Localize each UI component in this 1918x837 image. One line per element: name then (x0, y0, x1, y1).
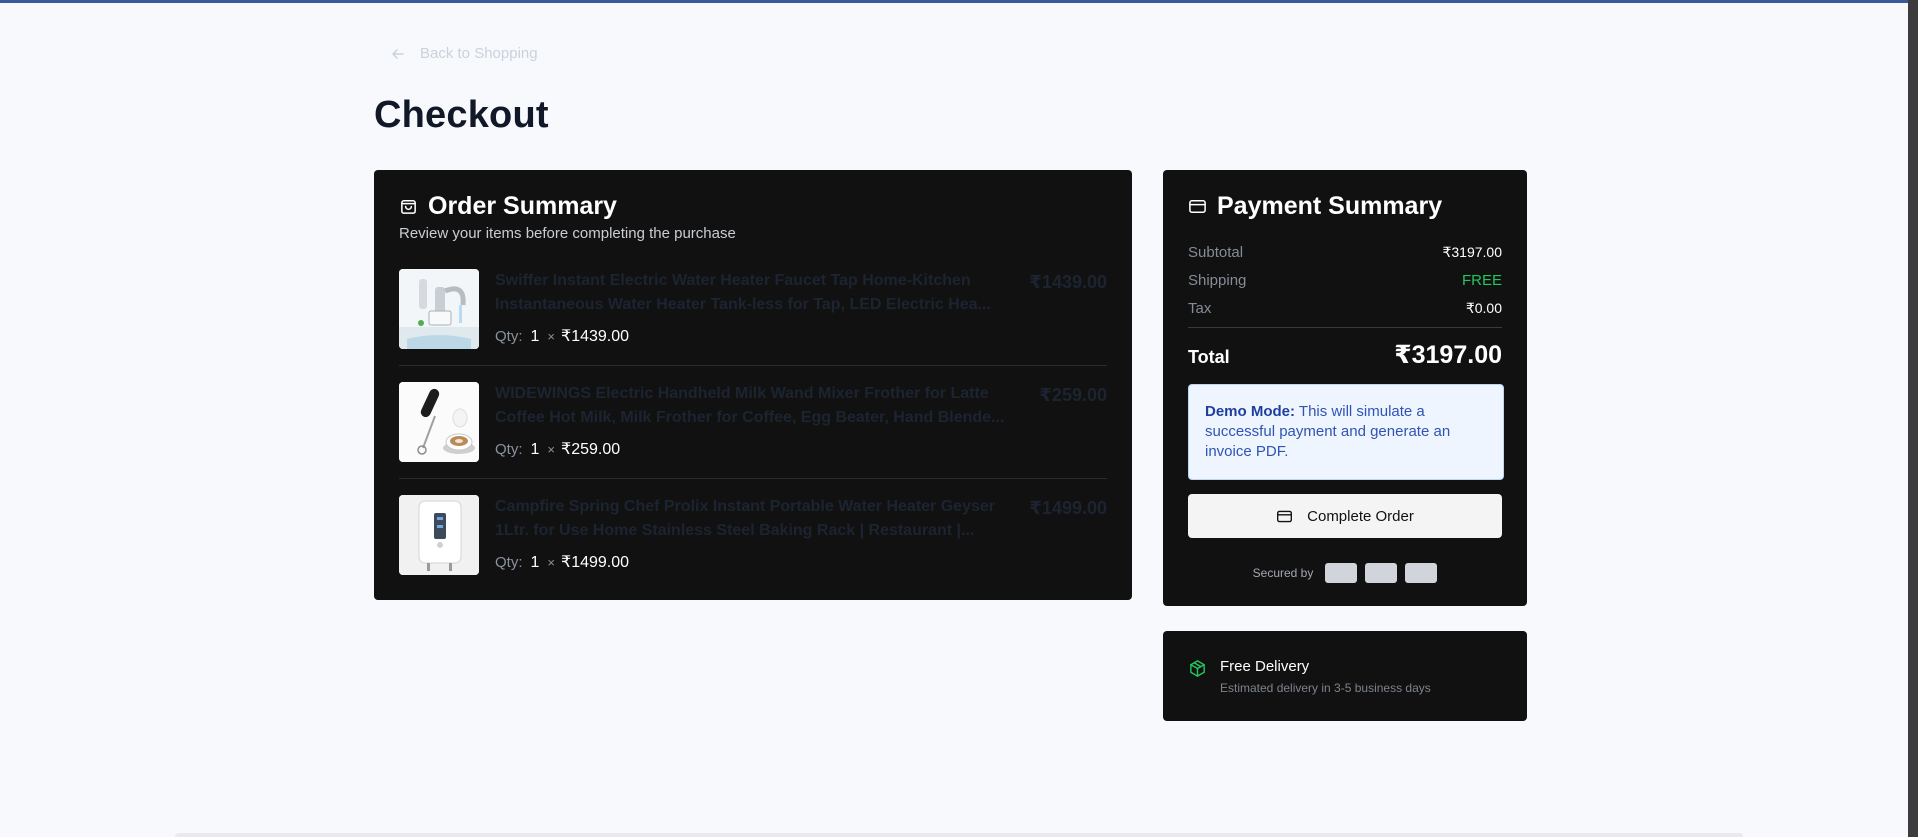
subtotal-value: ₹3197.00 (1442, 244, 1502, 260)
shipping-row: Shipping FREE (1188, 272, 1502, 289)
qty-value: 1 (530, 441, 540, 458)
payment-provider-logo (1325, 563, 1358, 583)
complete-order-label: Complete Order (1307, 507, 1414, 525)
tax-value: ₹0.00 (1465, 300, 1502, 316)
payment-summary-card: Payment Summary Subtotal ₹3197.00 Shippi… (1163, 170, 1527, 606)
tax-label: Tax (1188, 300, 1212, 317)
total-row: Total ₹3197.00 (1188, 340, 1502, 370)
order-item: WIDEWINGS Electric Handheld Milk Wand Mi… (399, 382, 1107, 462)
secured-by-row: Secured by (1163, 563, 1527, 583)
top-accent-bar (0, 0, 1908, 3)
unit-price: ₹1439.00 (561, 328, 630, 345)
order-item-price: ₹259.00 (1039, 385, 1107, 405)
order-item-name-line1: Swiffer Instant Electric Water Heater Fa… (495, 272, 971, 289)
order-item-name-line2: Instantaneous Water Heater Tank-less for… (495, 296, 991, 313)
page-title: Checkout (374, 94, 549, 136)
total-label: Total (1188, 347, 1230, 367)
order-item: Swiffer Instant Electric Water Heater Fa… (399, 269, 1107, 349)
payment-summary-header: Payment Summary (1188, 192, 1442, 221)
total-divider (1188, 327, 1502, 328)
qty-label: Qty: (495, 441, 523, 458)
times-sign: × (547, 555, 556, 570)
order-summary-header: Order Summary (399, 192, 617, 221)
order-item-name-line1: Campfire Spring Chef Prolix Instant Port… (495, 498, 995, 515)
order-item-name[interactable]: Swiffer Instant Electric Water Heater Fa… (495, 269, 1005, 317)
subtotal-row: Subtotal ₹3197.00 (1188, 244, 1502, 261)
order-item-qty: Qty: 1 × ₹1499.00 (495, 552, 629, 572)
order-item-name-line2: Coffee Hot Milk, Milk Frother for Coffee… (495, 409, 1005, 426)
secured-by-label: Secured by (1252, 566, 1314, 580)
demo-mode-notice: Demo Mode: This will simulate a successf… (1188, 384, 1504, 480)
bottom-edge (175, 833, 1743, 837)
qty-label: Qty: (495, 554, 523, 571)
order-item: Campfire Spring Chef Prolix Instant Port… (399, 495, 1107, 575)
order-item-qty: Qty: 1 × ₹259.00 (495, 439, 620, 459)
page-scrollbar[interactable] (1908, 0, 1918, 837)
free-delivery-subtitle: Estimated delivery in 3-5 business days (1220, 681, 1431, 695)
order-item-name[interactable]: WIDEWINGS Electric Handheld Milk Wand Mi… (495, 382, 1005, 430)
order-summary-subtitle: Review your items before completing the … (399, 225, 736, 242)
order-item-name-line2: 1Ltr. for Use Home Stainless Steel Bakin… (495, 522, 975, 539)
tax-row: Tax ₹0.00 (1188, 300, 1502, 317)
qty-value: 1 (530, 328, 540, 345)
faucet-product-image (399, 269, 479, 349)
order-item-name-line1: WIDEWINGS Electric Handheld Milk Wand Mi… (495, 385, 989, 402)
times-sign: × (547, 442, 556, 457)
free-delivery-title: Free Delivery (1220, 658, 1310, 675)
free-delivery-card: Free Delivery Estimated delivery in 3-5 … (1163, 631, 1527, 721)
shipping-label: Shipping (1188, 272, 1247, 289)
order-summary-card: Order Summary Review your items before c… (374, 170, 1132, 600)
item-divider (399, 478, 1107, 479)
order-item-price: ₹1499.00 (1029, 498, 1107, 518)
arrow-left-icon (392, 48, 404, 59)
credit-card-icon (1189, 200, 1206, 213)
total-value: ₹3197.00 (1394, 341, 1502, 369)
payment-provider-logo (1365, 563, 1398, 583)
qty-label: Qty: (495, 328, 523, 345)
unit-price: ₹259.00 (561, 441, 621, 458)
times-sign: × (547, 329, 556, 344)
payment-provider-logo (1405, 563, 1438, 583)
demo-mode-title: Demo Mode: (1205, 403, 1295, 420)
order-item-price: ₹1439.00 (1029, 272, 1107, 292)
shopping-bag-icon (401, 200, 416, 214)
order-item-qty: Qty: 1 × ₹1439.00 (495, 326, 629, 346)
shipping-value: FREE (1461, 272, 1502, 289)
back-to-shopping-link[interactable]: Back to Shopping (390, 45, 538, 62)
qty-value: 1 (530, 554, 540, 571)
unit-price: ₹1499.00 (561, 554, 630, 571)
order-summary-title: Order Summary (428, 192, 617, 220)
frother-product-image (399, 382, 479, 462)
payment-summary-title: Payment Summary (1217, 192, 1443, 220)
credit-card-icon (1277, 510, 1293, 522)
package-icon (1190, 660, 1205, 677)
item-divider (399, 365, 1107, 366)
back-to-shopping-label: Back to Shopping (420, 45, 538, 62)
subtotal-label: Subtotal (1188, 244, 1244, 261)
order-item-name[interactable]: Campfire Spring Chef Prolix Instant Port… (495, 495, 1005, 543)
complete-order-button[interactable]: Complete Order (1188, 494, 1502, 538)
geyser-product-image (399, 495, 479, 575)
